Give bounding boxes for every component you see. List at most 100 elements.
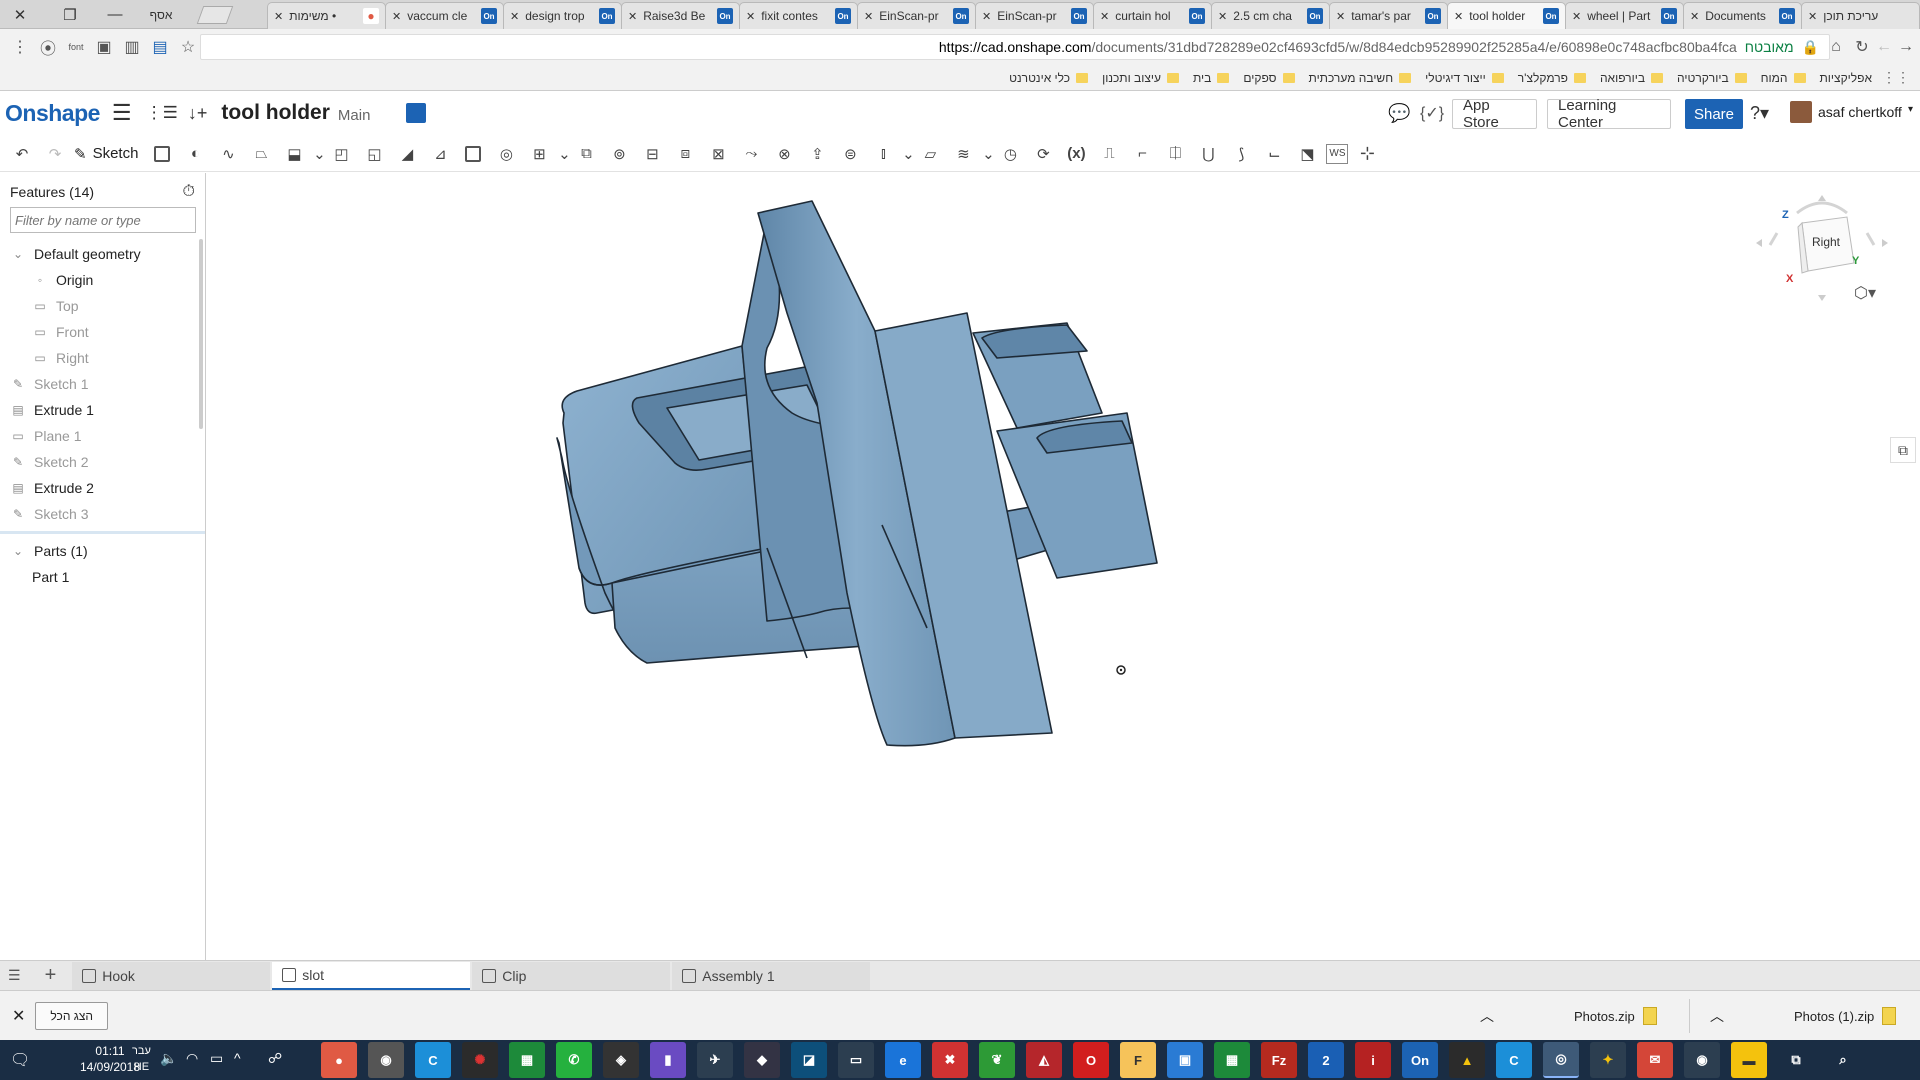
chevron-down-icon[interactable]: ⌄ (558, 140, 571, 168)
browser-tab[interactable]: ✕ Documents On (1683, 2, 1802, 29)
monitor-app-icon[interactable]: ▭ (838, 1042, 874, 1078)
helix-icon[interactable]: ◷ (996, 140, 1024, 168)
part-item[interactable]: Part 1 (0, 564, 205, 590)
rollback-timer-icon[interactable]: ⏱ (183, 183, 195, 201)
close-tab-icon[interactable]: ✕ (274, 10, 283, 23)
draft-icon[interactable]: ◢ (393, 140, 421, 168)
chevron-down-icon[interactable]: ⌄ (902, 140, 915, 168)
davinci-app-icon[interactable]: ✺ (462, 1042, 498, 1078)
bookmark-folder[interactable]: המוח (1761, 71, 1806, 85)
search-icon[interactable]: ⌕ (1825, 1042, 1861, 1078)
bookmark-folder[interactable]: ספקים (1243, 71, 1295, 85)
app-store-button[interactable]: App Store (1452, 97, 1537, 131)
close-tab-icon[interactable]: ✕ (864, 10, 873, 23)
bookmark-folder[interactable]: ייצור דיגיטלי (1425, 71, 1504, 85)
tab-manager-icon[interactable]: ☰ (8, 967, 21, 984)
joint-icon[interactable]: ⟆ (1227, 140, 1255, 168)
photo-app-icon[interactable]: ▣ (1167, 1042, 1203, 1078)
file-app-icon[interactable]: F (1120, 1042, 1156, 1078)
url-field[interactable]: https://cad.onshape.com/documents/31dbd7… (200, 34, 1830, 60)
mirror-icon[interactable]: ⧉ (572, 140, 600, 168)
close-tab-icon[interactable]: ✕ (392, 10, 401, 23)
bookmark-folder[interactable]: חשיבה מערכתית (1309, 71, 1412, 85)
replace-face-icon[interactable]: ⊜ (836, 140, 864, 168)
close-tab-icon[interactable]: ✕ (1454, 10, 1463, 23)
feature-item[interactable]: ✎ Sketch 1 (0, 371, 205, 397)
volume-icon[interactable]: 🔈 (160, 1050, 177, 1067)
bookmark-folder[interactable]: פרמקלצ'ר (1518, 71, 1586, 85)
xmind-app-icon[interactable]: ✖ (932, 1042, 968, 1078)
user-name[interactable]: asaf chertkoff (1818, 104, 1902, 120)
bend-icon[interactable]: ⋃ (1194, 140, 1222, 168)
corner-icon[interactable]: ⌙ (1260, 140, 1288, 168)
filezilla-app-icon[interactable]: Fz (1261, 1042, 1297, 1078)
feature-list-icon[interactable]: ⋮☰ (146, 103, 178, 123)
browser-tab[interactable]: ✕ Raise3d Be On (621, 2, 740, 29)
avatar[interactable] (1790, 101, 1812, 123)
chevron-up-icon[interactable]: ^ (234, 1050, 241, 1066)
inkscape-app-icon[interactable]: ◆ (744, 1042, 780, 1078)
browser-tab[interactable]: ✕ tool holder On (1447, 2, 1566, 29)
close-tab-icon[interactable]: ✕ (1336, 10, 1345, 23)
share-button[interactable]: Share (1685, 99, 1743, 129)
close-tab-icon[interactable]: ✕ (510, 10, 519, 23)
close-tab-icon[interactable]: ✕ (982, 10, 991, 23)
chevron-down-icon[interactable]: ⌄ (982, 140, 995, 168)
comments-icon[interactable]: 💬 (1388, 103, 1410, 124)
onshape-app-icon[interactable]: On (1402, 1042, 1438, 1078)
chrome-app-icon[interactable]: ◎ (1543, 1042, 1579, 1078)
split-icon[interactable]: ⊟ (638, 140, 666, 168)
browser-tab[interactable]: ✕ EinScan-pr On (857, 2, 976, 29)
move-face-icon[interactable]: ⇪ (803, 140, 831, 168)
variable-icon[interactable]: (x) (1062, 140, 1090, 168)
battery-icon[interactable]: ▭ (210, 1050, 223, 1067)
feature-item[interactable]: ▭ Front (0, 319, 205, 345)
close-tab-icon[interactable]: ✕ (1218, 10, 1227, 23)
hamburger-menu-icon[interactable]: ☰ (112, 100, 132, 126)
feature-item[interactable]: ▭ Right (0, 345, 205, 371)
flange-icon[interactable]: ⌐ (1128, 140, 1156, 168)
feature-item[interactable]: ✎ Sketch 3 (0, 501, 205, 527)
close-tab-icon[interactable]: ✕ (1690, 10, 1699, 23)
chevron-down-icon[interactable]: ⌄ (313, 140, 326, 168)
fillet-icon[interactable]: ◰ (327, 140, 355, 168)
sketchup-app-icon[interactable]: ◭ (1026, 1042, 1062, 1078)
close-tab-icon[interactable]: ✕ (1572, 10, 1581, 23)
hole-icon[interactable]: ◎ (492, 140, 520, 168)
feature-filter-input[interactable] (10, 207, 196, 233)
pinwheel-app-icon[interactable]: ✦ (1590, 1042, 1626, 1078)
add-custom-feature-icon[interactable]: ⊹ (1353, 140, 1381, 168)
view-cube-face-label[interactable]: Right (1812, 235, 1840, 249)
parts-group[interactable]: ⌄ Parts (1) (0, 538, 205, 564)
close-tab-icon[interactable]: ✕ (746, 10, 755, 23)
feature-item[interactable]: ▭ Plane 1 (0, 423, 205, 449)
media-app-icon[interactable]: ◉ (368, 1042, 404, 1078)
c-app-icon[interactable]: C (415, 1042, 451, 1078)
flat-pattern-icon[interactable]: ⬔ (1293, 140, 1321, 168)
asana-app-icon[interactable]: ● (321, 1042, 357, 1078)
branch-label[interactable]: Main (338, 107, 371, 124)
wifi-icon[interactable]: ◠ (186, 1050, 198, 1067)
close-window-icon[interactable]: ✕ (0, 0, 40, 29)
bookmark-star-icon[interactable]: ☆ (174, 33, 202, 61)
close-icon[interactable]: ✕ (12, 1006, 25, 1026)
sketch-button[interactable]: ✎ Sketch (74, 145, 138, 163)
view-options-icon[interactable]: ⬡▾ (1854, 283, 1876, 303)
tab-assembly-1[interactable]: Assembly 1 (672, 961, 871, 990)
browser-tab[interactable]: ✕ vaccum cle On (385, 2, 504, 29)
browser-tab[interactable]: ✕ עריכת תוכן (1801, 2, 1920, 29)
show-all-downloads-button[interactable]: הצג הכל (35, 1001, 108, 1030)
help-icon[interactable]: ?▾ (1750, 103, 1769, 124)
tab-clip[interactable]: Clip (472, 961, 671, 990)
browser-tab[interactable]: ✕ curtain hol On (1093, 2, 1212, 29)
loft-icon[interactable]: ⏢ (247, 140, 275, 168)
drive-app-icon[interactable]: ▲ (1449, 1042, 1485, 1078)
browser-tab[interactable]: ✕ tamar's par On (1329, 2, 1448, 29)
close-tab-icon[interactable]: ✕ (1100, 10, 1109, 23)
delete-part-icon[interactable]: ⊠ (704, 140, 732, 168)
info-app-icon[interactable]: i (1355, 1042, 1391, 1078)
browser-tab[interactable]: ✕ fixit contes On (739, 2, 858, 29)
browser-tab[interactable]: ✕ 2.5 cm cha On (1211, 2, 1330, 29)
chevron-up-icon[interactable]: ︿ (1480, 1006, 1494, 1026)
menu-kebab-icon[interactable]: ⋮ (6, 33, 34, 61)
